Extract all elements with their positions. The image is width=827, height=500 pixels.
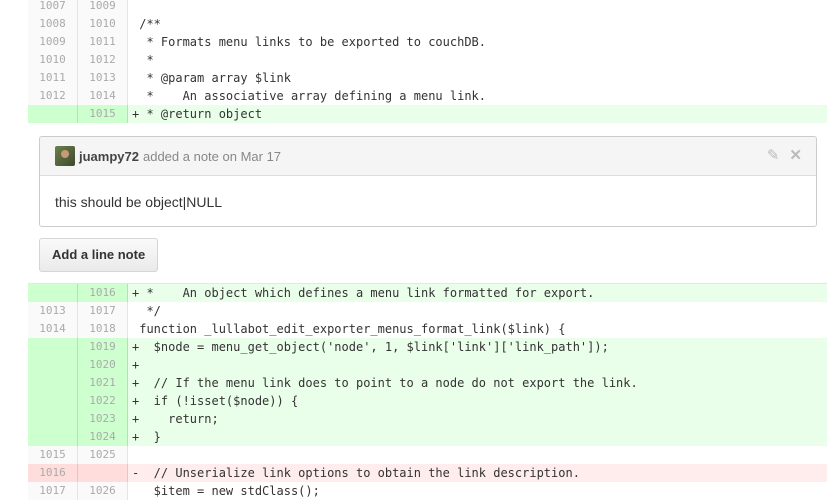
code-line: + return; — [128, 410, 827, 428]
new-line-number[interactable]: 1026 — [78, 482, 128, 500]
diff-line: 1009 1011 * Formats menu links to be expo… — [28, 33, 827, 51]
new-line-number[interactable]: 1025 — [78, 446, 128, 464]
code-line: + * An object which defines a menu link … — [128, 284, 827, 302]
left-gutter — [0, 0, 28, 489]
old-line-number[interactable] — [28, 356, 78, 374]
new-line-number[interactable]: 1017 — [78, 302, 128, 320]
old-line-number[interactable] — [28, 392, 78, 410]
inline-comment-area: juampy72 added a note on Mar 17 ✎ ✕ this… — [28, 125, 827, 284]
old-line-number[interactable] — [28, 374, 78, 392]
code-line: + $node = menu_get_object('node', 1, $li… — [128, 338, 827, 356]
comment-author[interactable]: juampy72 — [79, 149, 139, 164]
new-line-number[interactable]: 1010 — [78, 15, 128, 33]
diff-line: 1022 + if (!isset($node)) { — [28, 392, 827, 410]
new-line-number[interactable]: 1013 — [78, 69, 128, 87]
new-line-number[interactable]: 1023 — [78, 410, 128, 428]
close-icon[interactable]: ✕ — [789, 146, 802, 164]
code-line: * An associative array defining a menu l… — [132, 89, 487, 103]
new-line-number[interactable] — [78, 464, 128, 482]
code-line: $item = new stdClass(); — [132, 484, 320, 498]
diff-line: 1024 + } — [28, 428, 827, 446]
new-line-number[interactable]: 1022 — [78, 392, 128, 410]
diff-line: 1007 1009 — [28, 0, 827, 15]
code-line: - // Unserialize link options to obtain … — [128, 464, 827, 482]
comment-actions: ✎ ✕ — [767, 146, 802, 164]
new-line-number[interactable]: 1011 — [78, 33, 128, 51]
code-line: * — [132, 53, 154, 67]
code-line: + if (!isset($node)) { — [128, 392, 827, 410]
new-line-number[interactable]: 1015 — [78, 105, 128, 123]
diff-line: 1013 1017 */ — [28, 302, 827, 320]
old-line-number[interactable]: 1007 — [28, 0, 78, 15]
diff-line: 1010 1012 * — [28, 51, 827, 69]
diff-line: 1021 + // If the menu link does to point … — [28, 374, 827, 392]
comment-body: this should be object|NULL — [55, 194, 223, 210]
old-line-number[interactable]: 1012 — [28, 87, 78, 105]
diff-line: 1015 1025 — [28, 446, 827, 464]
old-line-number[interactable] — [28, 410, 78, 428]
line-note: juampy72 added a note on Mar 17 ✎ ✕ this… — [39, 136, 817, 227]
diff-line: 1008 1010 /** — [28, 15, 827, 33]
code-line: + } — [128, 428, 827, 446]
diff-line: 1011 1013 * @param array $link — [28, 69, 827, 87]
new-line-number[interactable]: 1019 — [78, 338, 128, 356]
diff-line: 1019 + $node = menu_get_object('node', 1,… — [28, 338, 827, 356]
code-line: */ — [132, 304, 161, 318]
new-line-number[interactable]: 1009 — [78, 0, 128, 15]
diff-line: 1012 1014 * An associative array defining… — [28, 87, 827, 105]
comment-meta: added a note on Mar 17 — [142, 148, 282, 164]
code-line: function _lullabot_edit_exporter_menus_f… — [132, 322, 566, 336]
code-line: + — [128, 356, 827, 374]
line-note-header: juampy72 added a note on Mar 17 ✎ ✕ — [40, 137, 816, 176]
diff-line: 1020 + — [28, 356, 827, 374]
diff-line: 1015 + * @return object — [28, 105, 827, 123]
pencil-icon[interactable]: ✎ — [767, 146, 780, 164]
old-line-number[interactable]: 1009 — [28, 33, 78, 51]
code-line: + * @return object — [128, 105, 827, 123]
code-line: * Formats menu links to be exported to c… — [132, 35, 487, 49]
old-line-number[interactable]: 1011 — [28, 69, 78, 87]
old-line-number[interactable] — [28, 284, 78, 302]
add-line-note-button[interactable]: Add a line note — [39, 238, 159, 272]
old-line-number[interactable]: 1015 — [28, 446, 78, 464]
old-line-number[interactable]: 1013 — [28, 302, 78, 320]
old-line-number[interactable] — [28, 105, 78, 123]
diff-line: 1016 - // Unserialize link options to obt… — [28, 464, 827, 482]
new-line-number[interactable]: 1014 — [78, 87, 128, 105]
old-line-number[interactable]: 1010 — [28, 51, 78, 69]
new-line-number[interactable]: 1018 — [78, 320, 128, 338]
code-line: /** — [132, 17, 161, 31]
old-line-number[interactable]: 1014 — [28, 320, 78, 338]
code-line: + // If the menu link does to point to a… — [128, 374, 827, 392]
old-line-number[interactable] — [28, 338, 78, 356]
diff-line: 1023 + return; — [28, 410, 827, 428]
old-line-number[interactable]: 1017 — [28, 482, 78, 500]
old-line-number[interactable]: 1008 — [28, 15, 78, 33]
old-line-number[interactable] — [28, 428, 78, 446]
code-line: * @param array $link — [132, 71, 291, 85]
avatar[interactable] — [55, 146, 75, 166]
diff-line: 1014 1018 function _lullabot_edit_exporte… — [28, 320, 827, 338]
new-line-number[interactable]: 1016 — [78, 284, 128, 302]
old-line-number[interactable]: 1016 — [28, 464, 78, 482]
new-line-number[interactable]: 1024 — [78, 428, 128, 446]
new-line-number[interactable]: 1020 — [78, 356, 128, 374]
new-line-number[interactable]: 1021 — [78, 374, 128, 392]
new-line-number[interactable]: 1012 — [78, 51, 128, 69]
diff-line: 1016 + * An object which defines a menu l… — [28, 284, 827, 302]
diff-line: 1017 1026 $item = new stdClass(); — [28, 482, 827, 500]
